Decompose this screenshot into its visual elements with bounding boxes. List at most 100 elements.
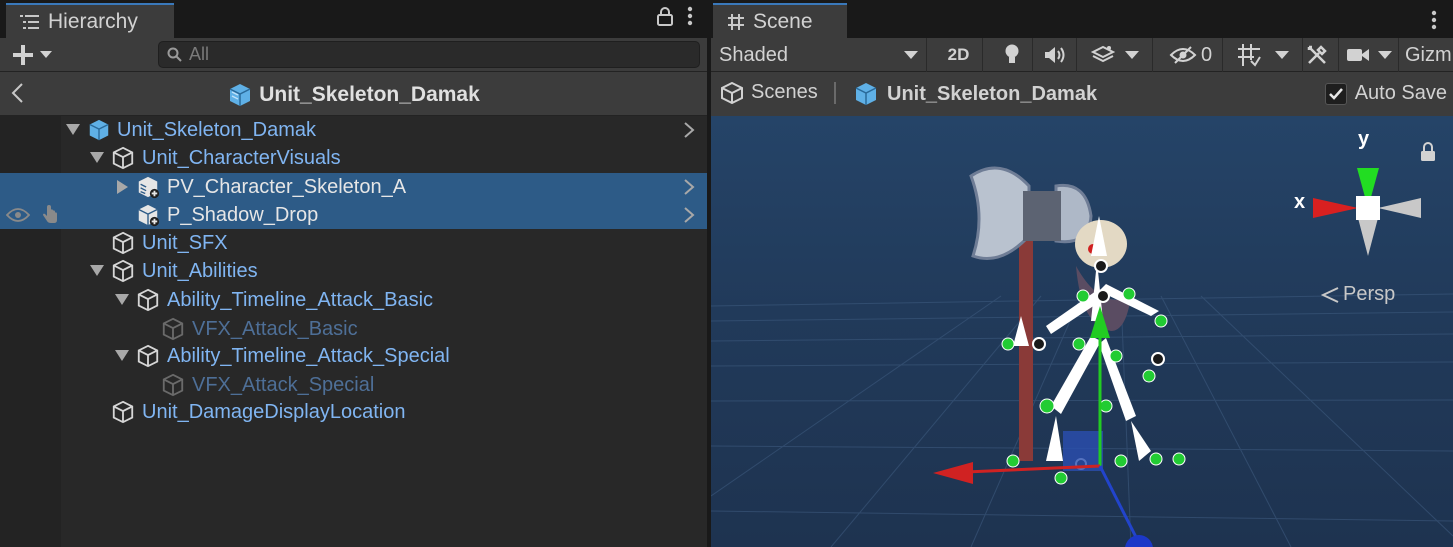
gizmo-y-label: y: [1358, 128, 1370, 150]
autosave-checkbox[interactable]: [1324, 82, 1347, 105]
tools-icon: [1307, 45, 1327, 64]
scene-tabbar: Scene: [711, 0, 1453, 38]
gizmos-button[interactable]: Gizm: [1401, 38, 1453, 72]
grid-snap-icon: [1237, 44, 1261, 67]
prefab-variant-added-icon: [138, 176, 160, 199]
dropdown-arrow-icon: [1274, 51, 1289, 59]
prefab-cube-filled-icon: [855, 83, 877, 105]
prefab-added-icon: [138, 204, 160, 227]
lock-icon[interactable]: [657, 6, 673, 26]
tree-item-label: Ability_Timeline_Attack_Special: [167, 344, 450, 367]
hierarchy-toolbar: [0, 38, 707, 72]
expand-arrow-icon[interactable]: [90, 151, 104, 165]
tree-item[interactable]: VFX_Attack_Special: [0, 371, 707, 399]
expand-arrow-icon[interactable]: [115, 349, 129, 363]
tree-item[interactable]: Ability_Timeline_Attack_Basic: [0, 286, 707, 314]
scene-panel: Scene Shaded 2D 0 Gizm Scenes Unit_Skele…: [711, 0, 1453, 547]
gameobject-cube-icon: [112, 146, 134, 170]
scene-viewport[interactable]: x y Persp: [711, 116, 1453, 547]
effects-dropdown[interactable]: [1077, 38, 1153, 72]
unity-logo-icon: [721, 81, 743, 104]
tree-item[interactable]: Unit_SFX: [0, 229, 707, 257]
breadcrumb-prefab[interactable]: Unit_Skeleton_Damak: [853, 81, 1097, 107]
projection-label: Persp: [1343, 283, 1396, 305]
breadcrumb-scenes[interactable]: Scenes: [721, 81, 818, 104]
tree-item-label: P_Shadow_Drop: [167, 203, 319, 226]
projection-toggle[interactable]: Persp: [1321, 283, 1395, 306]
search-field[interactable]: [158, 41, 700, 68]
tree-item-selected[interactable]: PV_Character_Skeleton_A: [0, 173, 707, 201]
gameobject-cube-icon: [137, 344, 159, 368]
tree-item-selected[interactable]: P_Shadow_Drop: [0, 201, 707, 229]
tree-item[interactable]: Unit_DamageDisplayLocation: [0, 398, 707, 426]
eye-slash-icon: [1169, 46, 1197, 64]
breadcrumb-prefab-label: Unit_Skeleton_Damak: [887, 82, 1098, 105]
shading-mode-label: Shaded: [719, 43, 788, 66]
autosave-label: Auto Save: [1354, 82, 1447, 104]
breadcrumb-scenes-label: Scenes: [751, 81, 818, 103]
expand-arrow-icon[interactable]: [66, 123, 80, 137]
dropdown-arrow-icon: [904, 51, 918, 59]
tab-scene[interactable]: Scene: [713, 3, 847, 38]
dropdown-arrow-icon: [1377, 51, 1392, 59]
speaker-icon: [1044, 47, 1064, 63]
gameobject-cube-icon: [162, 317, 184, 341]
scene-toolbar: Shaded 2D 0 Gizm: [711, 38, 1453, 72]
autosave-toggle[interactable]: Auto Save: [1324, 82, 1447, 105]
2d-toggle-button[interactable]: 2D: [935, 38, 983, 72]
tree-item[interactable]: VFX_Attack_Basic: [0, 315, 707, 343]
shading-mode-dropdown[interactable]: Shaded: [711, 38, 927, 72]
more-options-icon[interactable]: [1431, 10, 1437, 30]
breadcrumb-title: Unit_Skeleton_Damak: [259, 83, 480, 106]
dropdown-arrow-icon: [40, 51, 52, 58]
gizmos-label: Gizm: [1405, 43, 1452, 66]
pick-hand-icon[interactable]: [40, 205, 60, 225]
tree-item[interactable]: Unit_Abilities: [0, 257, 707, 285]
camera-settings-dropdown[interactable]: [1339, 38, 1399, 72]
tools-button[interactable]: [1295, 38, 1339, 72]
eye-icon[interactable]: [6, 207, 30, 223]
search-input[interactable]: [189, 44, 669, 65]
tree-item[interactable]: Unit_Skeleton_Damak: [0, 116, 707, 144]
chevron-right-icon[interactable]: [683, 177, 695, 197]
collapsed-arrow-icon[interactable]: [116, 180, 130, 194]
perspective-icon: [1321, 286, 1339, 303]
tab-scene-label: Scene: [753, 9, 813, 33]
tree-item-label: VFX_Attack_Special: [192, 373, 375, 396]
expand-arrow-icon[interactable]: [90, 264, 104, 278]
chevron-right-icon[interactable]: [683, 120, 695, 140]
list-icon: [20, 14, 39, 29]
tree-item-label: PV_Character_Skeleton_A: [167, 175, 407, 198]
tab-hierarchy[interactable]: Hierarchy: [6, 3, 174, 38]
tree-item-label: Ability_Timeline_Attack_Basic: [167, 288, 434, 311]
grid-hash-icon: [728, 13, 744, 30]
expand-arrow-icon[interactable]: [115, 293, 129, 307]
prefab-cube-filled-icon: [89, 119, 109, 141]
chevron-right-icon[interactable]: [683, 205, 695, 225]
prefab-breadcrumb-bar: Unit_Skeleton_Damak: [0, 72, 707, 116]
dropdown-arrow-icon: [1124, 51, 1139, 59]
gameobject-cube-icon: [162, 373, 184, 397]
lighting-toggle-button[interactable]: [991, 38, 1033, 72]
tree-item[interactable]: Ability_Timeline_Attack_Special: [0, 342, 707, 370]
scene-render: [711, 116, 1453, 547]
grid-snapping-dropdown[interactable]: [1223, 38, 1303, 72]
light-bulb-icon: [1005, 44, 1018, 63]
more-options-icon[interactable]: [687, 6, 693, 26]
checkmark-icon: [1328, 87, 1343, 100]
scene-breadcrumb-bar: Scenes Unit_Skeleton_Damak Auto Save: [711, 72, 1453, 116]
hierarchy-tabbar: Hierarchy: [0, 0, 707, 38]
audio-toggle-button[interactable]: [1033, 38, 1077, 72]
tree-item[interactable]: Unit_CharacterVisuals: [0, 144, 707, 172]
breadcrumb-separator: [834, 82, 836, 104]
create-button[interactable]: [12, 41, 62, 69]
2d-toggle-label: 2D: [947, 45, 970, 64]
tree-item-label: Unit_Abilities: [142, 259, 258, 282]
gizmo-x-label: x: [1294, 191, 1306, 213]
tree-item-label: VFX_Attack_Basic: [192, 317, 358, 340]
hidden-objects-toggle[interactable]: 0: [1159, 38, 1223, 72]
gameobject-cube-icon: [137, 288, 159, 312]
hidden-count: 0: [1200, 43, 1213, 66]
gameobject-cube-icon: [112, 400, 134, 424]
tree-item-label: Unit_CharacterVisuals: [142, 146, 341, 169]
